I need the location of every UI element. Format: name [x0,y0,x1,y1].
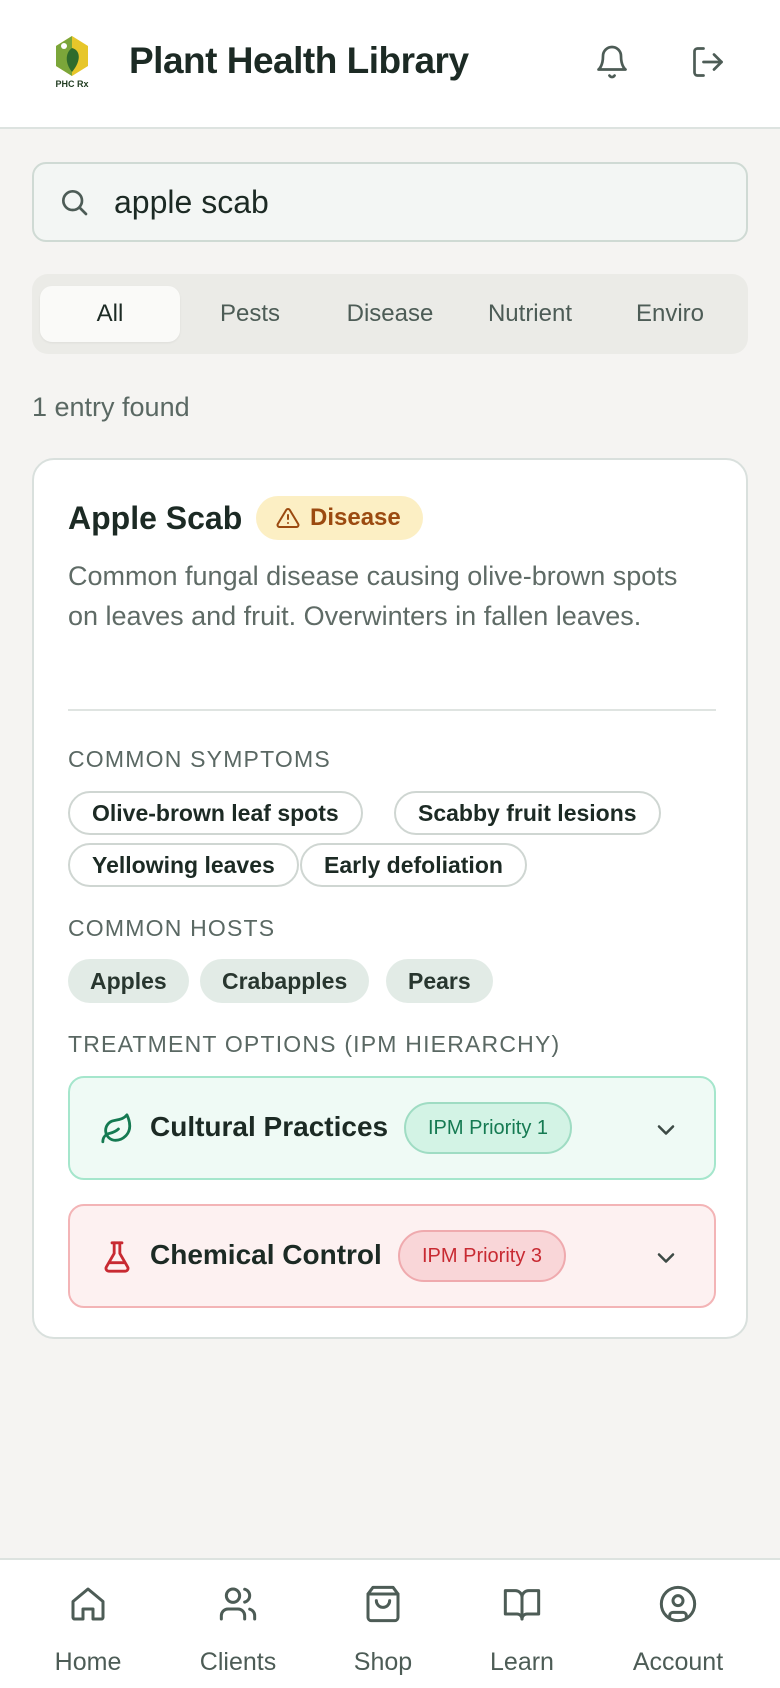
warning-icon [276,507,300,528]
symptom-chip: Scabby fruit lesions [394,791,661,835]
search-icon [62,190,88,216]
entry-description: Common fungal disease causing olive-brow… [68,561,678,631]
chevron-down-icon[interactable] [652,1244,680,1272]
divider [68,709,716,711]
leaf-icon [101,1113,132,1144]
nav-label: Clients [199,1648,277,1676]
bottom-nav: Home Clients Shop Learn Account [0,1558,780,1688]
search-input[interactable] [114,178,714,226]
tab-all[interactable]: All [40,286,180,342]
home-icon [71,1587,105,1621]
flask-icon [104,1241,130,1273]
nav-label: Home [54,1648,122,1676]
page-title: Plant Health Library [129,40,469,81]
priority-badge: IPM Priority 3 [398,1230,567,1282]
host-chip: Pears [386,959,493,1003]
nav-label: Learn [490,1648,554,1676]
book-icon [503,1589,541,1621]
entry-title: Apple Scab [68,500,243,536]
treatments-label: TREATMENT OPTIONS (IPM HIERARCHY) [68,1031,561,1057]
symptom-chip: Olive-brown leaf spots [68,791,363,835]
symptoms-label: COMMON SYMPTOMS [68,746,331,772]
host-chip: Crabapples [200,959,370,1003]
category-tabs: All Pests Disease Nutrient Enviro [32,274,748,354]
bell-icon[interactable] [594,44,630,80]
treatment-name: Chemical Control [150,1239,382,1270]
nav-learn[interactable]: Learn [457,1560,587,1688]
app-header: PHC Rx Plant Health Library [0,0,780,129]
priority-badge: IPM Priority 1 [404,1102,573,1154]
host-chip: Apples [68,959,189,1003]
tab-enviro[interactable]: Enviro [600,286,740,342]
account-icon [659,1585,697,1623]
symptom-chip: Yellowing leaves [68,843,299,887]
nav-label: Account [632,1648,724,1676]
treatment-name: Cultural Practices [150,1111,389,1142]
nav-label: Shop [353,1648,413,1676]
search-bar[interactable] [32,162,748,242]
treatment-cultural-practices[interactable]: Cultural Practices IPM Priority 1 [68,1076,716,1180]
logo-icon: PHC Rx [55,36,89,89]
tab-pests[interactable]: Pests [180,286,320,342]
tab-disease[interactable]: Disease [320,286,460,342]
nav-home[interactable]: Home [23,1560,153,1688]
category-badge: Disease [256,496,423,540]
users-icon [219,1587,257,1621]
logout-icon[interactable] [690,44,726,80]
treatment-chemical-control[interactable]: Chemical Control IPM Priority 3 [68,1204,716,1308]
nav-clients[interactable]: Clients [173,1560,303,1688]
chevron-down-icon[interactable] [652,1116,680,1144]
result-count: 1 entry found [32,392,190,422]
shopping-bag-icon [366,1585,400,1623]
symptom-chip: Early defoliation [300,843,527,887]
entry-card[interactable]: Apple Scab Disease Common fungal disease… [32,458,748,1339]
nav-shop[interactable]: Shop [318,1560,448,1688]
tab-nutrient[interactable]: Nutrient [460,286,600,342]
hosts-label: COMMON HOSTS [68,915,276,941]
nav-account[interactable]: Account [613,1560,743,1688]
logo-text: PHC Rx [55,79,88,89]
category-badge-label: Disease [310,504,401,531]
